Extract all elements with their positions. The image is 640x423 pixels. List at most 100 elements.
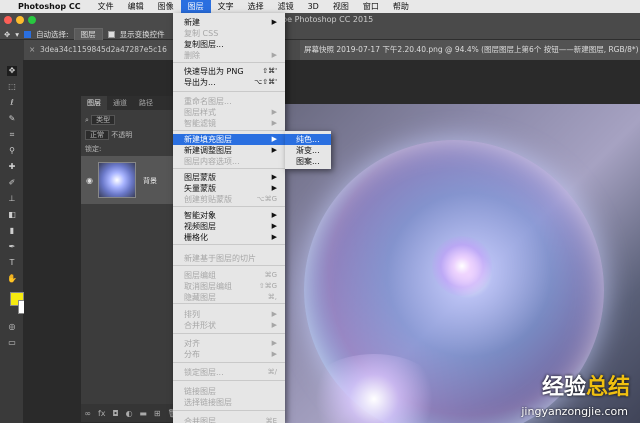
healing-brush-tool-icon[interactable]: ✚ [7, 162, 17, 172]
submenu-arrow-icon: ▶ [271, 18, 277, 26]
menu-item: 新建基于图层的切片 [173, 253, 285, 264]
layer-menu-dropdown: 新建 ▶ 复制 CSS 复制图层... 删除 ▶ 快速导出为 PNG ⇧⌘' 导出为... ⌥⇧⌘… [173, 13, 285, 423]
quick-mask-icon[interactable]: ◎ [7, 322, 17, 332]
menu-item[interactable]: 视频图层 ▶ [173, 221, 285, 232]
new-group-icon[interactable]: ▬ [139, 409, 147, 418]
tab-paths[interactable]: 路径 [133, 96, 159, 110]
menu-item[interactable]: 矢量蒙版 ▶ [173, 183, 285, 194]
menu-item[interactable]: 智能对象 ▶ [173, 210, 285, 221]
tab-channels[interactable]: 通道 [107, 96, 133, 110]
add-mask-icon[interactable]: ◘ [112, 409, 118, 418]
menu-item[interactable]: 新建填充图层 ▶ [173, 134, 285, 145]
menu-window[interactable]: 窗口 [356, 0, 386, 13]
menu-item-label: 智能对象 [184, 211, 216, 220]
menu-item-shortcut: ⌥⌘G [256, 195, 278, 203]
tool-preset-dropdown[interactable]: ▾ [15, 30, 19, 39]
close-tab-icon[interactable]: × [29, 40, 35, 60]
menu-type[interactable]: 文字 [211, 0, 241, 13]
menu-separator [173, 303, 285, 304]
menu-item-label: 对齐 [184, 339, 200, 348]
menu-3d[interactable]: 3D [301, 0, 326, 13]
menu-file[interactable]: 文件 [91, 0, 121, 13]
menu-item-label: 分布 [184, 350, 200, 359]
show-transform-label: 显示变换控件 [119, 30, 165, 39]
move-tool-icon[interactable]: ✥ [4, 30, 10, 39]
move-tool-icon[interactable]: ✥ [7, 66, 17, 76]
eye-icon[interactable]: ◉ [86, 176, 93, 185]
menu-separator [173, 410, 285, 411]
link-layers-icon[interactable]: ∞ [84, 409, 91, 418]
submenu-item-solid-color[interactable]: 纯色... [285, 134, 331, 145]
quick-select-tool-icon[interactable]: ✎ [7, 114, 17, 124]
screen-mode-icon[interactable]: ▭ [7, 338, 17, 348]
menu-layer[interactable]: 图层 [180, 0, 211, 13]
menu-item-shortcut: ⌘/ [267, 368, 277, 376]
menu-item[interactable]: 新建 ▶ [173, 17, 285, 28]
menu-image[interactable]: 图像 [151, 0, 181, 13]
layers-panel: 图层 通道 路径 ⌕ 类型 正常 不透明 锁定: ◉ 背景 ∞ fx ◘ ◐ ▬… [80, 95, 181, 423]
submenu-item-gradient[interactable]: 渐变... [285, 145, 331, 156]
menu-item[interactable]: 新建调整图层 ▶ [173, 145, 285, 156]
submenu-item-pattern[interactable]: 图案... [285, 156, 331, 167]
gradient-tool-icon[interactable]: ▮ [7, 226, 17, 236]
marquee-tool-icon[interactable]: ⬚ [7, 82, 17, 92]
submenu-arrow-icon: ▶ [271, 310, 277, 318]
menu-item: 图层内容选项... [173, 156, 285, 167]
clone-stamp-tool-icon[interactable]: ⊥ [7, 194, 17, 204]
menu-view[interactable]: 视图 [326, 0, 356, 13]
menu-help[interactable]: 帮助 [386, 0, 416, 13]
macos-menubar: Photoshop CC 文件 编辑 图像 图层 文字 选择 滤镜 3D 视图 … [0, 0, 640, 13]
menu-item-label: 合并图层 [184, 417, 216, 423]
submenu-arrow-icon: ▶ [271, 119, 277, 127]
layer-row[interactable]: ◉ 背景 [81, 156, 181, 204]
lock-row: 锁定: [85, 144, 101, 154]
show-transform-checkbox[interactable] [107, 31, 115, 38]
crop-tool-icon[interactable]: ⌗ [7, 130, 17, 140]
menu-item-shortcut: ⇧⌘' [262, 67, 277, 75]
menu-item[interactable]: 栅格化 ▶ [173, 232, 285, 243]
document-tab-2[interactable]: 屏幕快照 2019-07-17 下午2.20.40.png @ 94.4% (图… [300, 40, 640, 60]
pen-tool-icon[interactable]: ✒ [7, 242, 17, 252]
menu-item[interactable]: 导出为... ⌥⇧⌘' [173, 77, 285, 88]
eyedropper-tool-icon[interactable]: ⚲ [7, 146, 17, 156]
auto-select-checkbox[interactable] [24, 31, 32, 38]
lasso-tool-icon[interactable]: ℓ [7, 98, 17, 108]
submenu-arrow-icon: ▶ [271, 211, 277, 219]
menu-item: 重命名图层... [173, 96, 285, 107]
layer-filter-select[interactable]: 类型 [91, 115, 116, 125]
menu-separator [173, 265, 285, 266]
menu-item: 图层编组 ⌘G [173, 270, 285, 281]
menu-item-label: 新建基于图层的切片 [184, 254, 256, 263]
menu-separator [173, 91, 285, 92]
menu-item: 合并图层 ⌘E [173, 416, 285, 423]
menu-edit[interactable]: 编辑 [121, 0, 151, 13]
menu-item-label: 取消图层编组 [184, 282, 232, 291]
menu-item-shortcut: ⇧⌘G [258, 282, 277, 290]
tab-layers[interactable]: 图层 [81, 96, 107, 110]
layer-style-icon[interactable]: fx [98, 409, 106, 418]
menu-item-label: 图层内容选项... [184, 157, 240, 166]
menu-item[interactable]: 复制图层... [173, 39, 285, 50]
hand-tool-icon[interactable]: ✋ [7, 274, 17, 284]
menu-item-label: 智能滤镜 [184, 119, 216, 128]
app-menu-name[interactable]: Photoshop CC [18, 2, 81, 11]
menu-item-label: 视频图层 [184, 222, 216, 231]
new-layer-icon[interactable]: ⊞ [154, 409, 161, 418]
menu-item[interactable]: 快速导出为 PNG ⇧⌘' [173, 66, 285, 77]
menu-item-shortcut: ⌘G [264, 271, 277, 279]
menu-item: 链接图层 [173, 386, 285, 397]
menu-item-label: 删除 [184, 51, 200, 60]
menu-item[interactable]: 图层蒙版 ▶ [173, 172, 285, 183]
menu-item-label: 复制图层... [184, 40, 224, 49]
adjustment-layer-icon[interactable]: ◐ [126, 409, 133, 418]
blend-mode-select[interactable]: 正常 [85, 130, 109, 140]
menu-select[interactable]: 选择 [241, 0, 271, 13]
type-tool-icon[interactable]: T [7, 258, 17, 268]
menu-item: 取消图层编组 ⇧⌘G [173, 281, 285, 292]
menu-filter[interactable]: 滤镜 [271, 0, 301, 13]
eraser-tool-icon[interactable]: ◧ [7, 210, 17, 220]
menu-item-label: 链接图层 [184, 387, 216, 396]
menu-separator [173, 206, 285, 207]
brush-tool-icon[interactable]: ✐ [7, 178, 17, 188]
auto-select-label: 自动选择: [36, 30, 69, 39]
